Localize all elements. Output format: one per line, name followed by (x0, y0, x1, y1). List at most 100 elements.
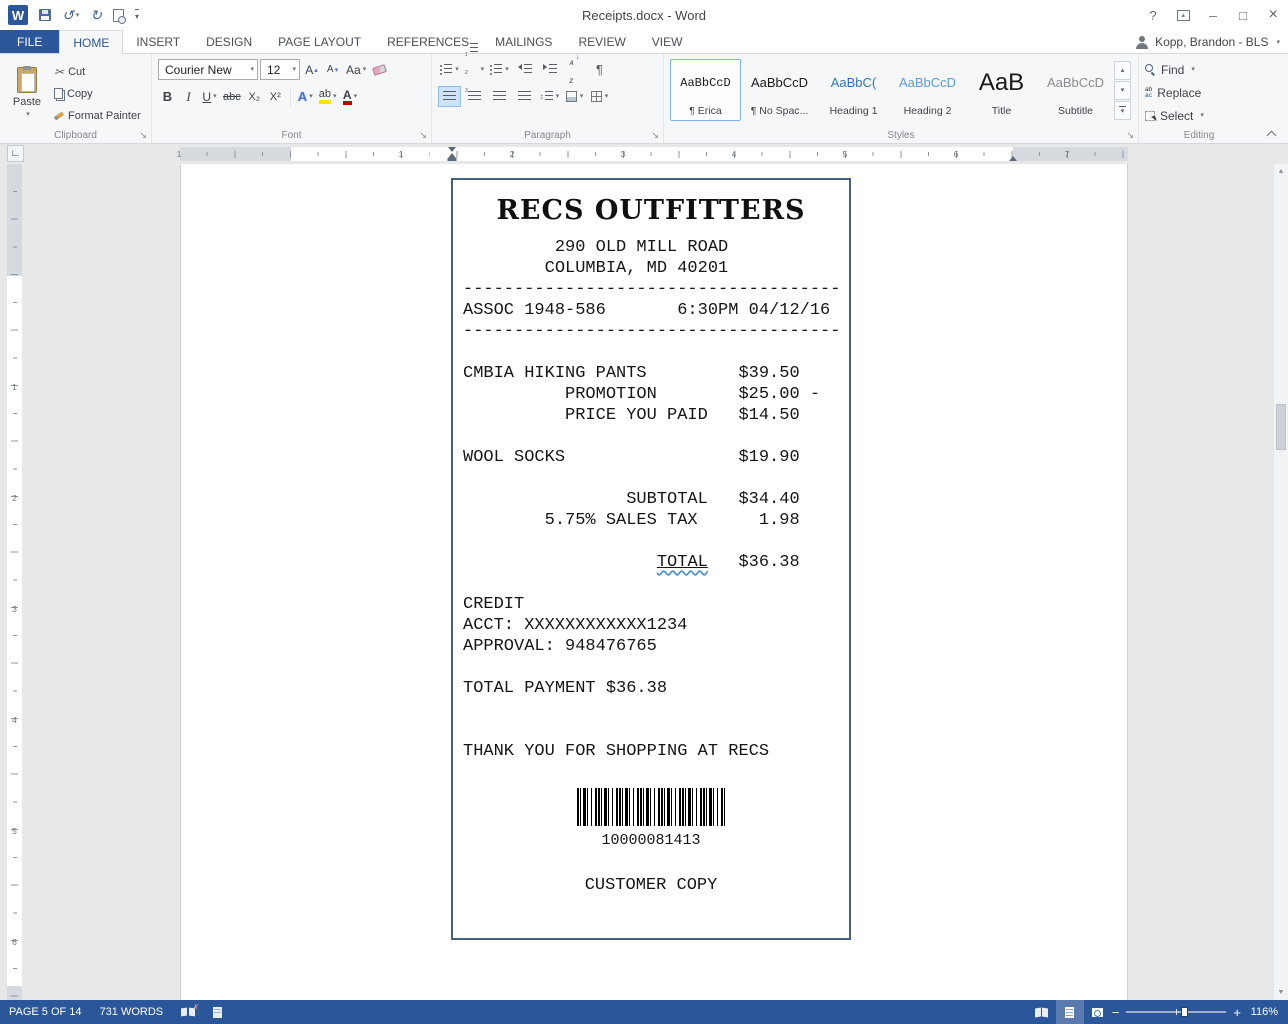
save-button[interactable] (39, 9, 51, 21)
font-family-combobox[interactable]: Courier New (158, 59, 258, 80)
print-layout-button[interactable] (1056, 1000, 1084, 1024)
tab-design[interactable]: DESIGN (193, 30, 265, 53)
dialog-launcher-icon[interactable] (419, 131, 427, 140)
style-no-spacing[interactable]: AaBbCcD ¶ No Spac... (744, 59, 815, 121)
print-preview-button[interactable] (113, 9, 124, 22)
account-menu[interactable]: Kopp, Brandon - BLS (1135, 30, 1280, 54)
page-indicator[interactable]: PAGE 5 OF 14 (0, 1000, 91, 1024)
shading-button[interactable] (563, 86, 586, 107)
web-layout-button[interactable] (1084, 1000, 1112, 1024)
style-erica[interactable]: AaBbCcD ¶ Erica (670, 59, 741, 121)
justify-button[interactable] (513, 86, 536, 107)
italic-button[interactable]: I (179, 86, 198, 107)
right-indent-marker[interactable] (1009, 156, 1017, 161)
tab-home[interactable]: HOME (59, 30, 123, 54)
maximize-button[interactable] (1228, 1, 1258, 29)
align-center-button[interactable] (463, 86, 486, 107)
styles-more-button[interactable]: ▾ (1114, 101, 1131, 120)
vertical-ruler[interactable]: 1 2 3 4 5 6 (7, 164, 22, 1000)
style-heading-1[interactable]: AaBbC( Heading 1 (818, 59, 889, 121)
numbering-button[interactable] (463, 59, 486, 80)
dialog-launcher-icon[interactable] (1126, 131, 1134, 140)
show-formatting-marks-button[interactable]: ¶ (588, 59, 611, 80)
grow-font-button[interactable]: A (302, 59, 321, 80)
format-painter-button[interactable]: Format Painter (54, 106, 141, 125)
change-case-button[interactable]: Aa (344, 59, 368, 80)
zoom-out-button[interactable]: − (1112, 1006, 1120, 1019)
tab-view[interactable]: VIEW (639, 30, 696, 53)
scroll-down-icon[interactable]: ▼ (1274, 985, 1288, 1000)
tab-stop-selector[interactable]: ∟ (7, 145, 24, 162)
text-effects-button[interactable]: A (296, 86, 315, 107)
undo-button[interactable] (62, 8, 79, 22)
paste-button[interactable]: Paste (6, 59, 48, 125)
line-spacing-button[interactable]: ↕ (538, 86, 561, 107)
underline-button[interactable]: U (200, 86, 219, 107)
dialog-launcher-icon[interactable] (651, 131, 659, 140)
receipt-line (463, 720, 839, 741)
vertical-scrollbar[interactable]: ▲ ▼ (1273, 164, 1288, 1000)
strikethrough-button[interactable]: abc (221, 86, 243, 107)
find-button[interactable]: Find (1145, 59, 1255, 80)
dialog-launcher-icon[interactable] (139, 131, 147, 140)
zoom-in-button[interactable]: + (1233, 1006, 1241, 1019)
style-heading-2[interactable]: AaBbCcD Heading 2 (892, 59, 963, 121)
replace-button[interactable]: abacReplace (1145, 82, 1255, 103)
tab-page-layout[interactable]: PAGE LAYOUT (265, 30, 374, 53)
read-mode-button[interactable] (1028, 1000, 1056, 1024)
tab-mailings[interactable]: MAILINGS (482, 30, 565, 53)
clear-formatting-button[interactable] (370, 59, 389, 80)
multilevel-list-button[interactable] (488, 59, 511, 80)
borders-button[interactable] (588, 86, 611, 107)
increase-indent-button[interactable] (538, 59, 561, 80)
ribbon-display-options-button[interactable]: ▴ (1168, 1, 1198, 29)
receipt-text-box[interactable]: RECS OUTFITTERS 290 OLD MILL ROAD COLUMB… (451, 178, 851, 940)
minimize-button[interactable] (1198, 1, 1228, 29)
customize-qat-button[interactable] (135, 9, 139, 21)
zoom-slider[interactable] (1126, 1011, 1226, 1013)
tab-file[interactable]: FILE (0, 30, 59, 53)
align-left-button[interactable] (438, 86, 461, 107)
decrease-indent-button[interactable] (513, 59, 536, 80)
highlight-color-button[interactable]: ab (317, 86, 339, 107)
font-color-button[interactable]: A (341, 86, 360, 107)
document-page[interactable]: RECS OUTFITTERS 290 OLD MILL ROAD COLUMB… (180, 164, 1128, 1000)
zoom-slider-thumb[interactable] (1181, 1007, 1188, 1017)
ribbon: Paste Cut Copy Format Painter Clipboard … (0, 54, 1288, 144)
subscript-button[interactable]: X₂ (245, 86, 264, 107)
horizontal-ruler[interactable]: 1 1 2 3 4 5 6 7 (180, 147, 1128, 161)
first-line-indent-marker[interactable] (448, 147, 456, 152)
redo-button[interactable] (90, 8, 102, 22)
cut-button[interactable]: Cut (54, 62, 141, 81)
proofing-status-button[interactable]: ✗ (172, 1000, 204, 1024)
tab-review[interactable]: REVIEW (565, 30, 638, 53)
align-right-button[interactable] (488, 86, 511, 107)
font-size-combobox[interactable]: 12 (260, 59, 300, 80)
receipt-line: CMBIA HIKING PANTS $39.50 (463, 363, 839, 384)
word-count[interactable]: 731 WORDS (91, 1000, 173, 1024)
ruler-number: 6 (7, 937, 22, 947)
chevron-down-icon (556, 93, 560, 100)
bullets-button[interactable] (438, 59, 461, 80)
status-doc-button[interactable] (204, 1000, 231, 1024)
copy-button[interactable]: Copy (54, 84, 141, 103)
sort-button[interactable]: ↓ (563, 59, 586, 80)
style-title[interactable]: AaB Title (966, 59, 1037, 121)
left-indent-marker[interactable] (448, 158, 457, 161)
select-button[interactable]: Select (1145, 105, 1255, 126)
superscript-button[interactable]: X² (266, 86, 285, 107)
close-button[interactable] (1258, 1, 1288, 29)
collapse-ribbon-button[interactable] (1267, 129, 1276, 138)
word-logo-icon[interactable]: W (8, 5, 28, 25)
shrink-font-button[interactable]: A (323, 59, 342, 80)
help-button[interactable]: ? (1138, 1, 1168, 29)
zoom-level[interactable]: 116% (1248, 1006, 1278, 1018)
styles-scroll-up-button[interactable]: ▴ (1114, 61, 1131, 80)
styles-scroll-down-button[interactable]: ▾ (1114, 81, 1131, 100)
bold-button[interactable]: B (158, 86, 177, 107)
tab-insert[interactable]: INSERT (123, 30, 193, 53)
scrollbar-thumb[interactable] (1276, 404, 1286, 450)
style-name: Subtitle (1058, 105, 1093, 117)
scroll-up-icon[interactable]: ▲ (1274, 164, 1288, 179)
style-subtitle[interactable]: AaBbCcD Subtitle (1040, 59, 1111, 121)
